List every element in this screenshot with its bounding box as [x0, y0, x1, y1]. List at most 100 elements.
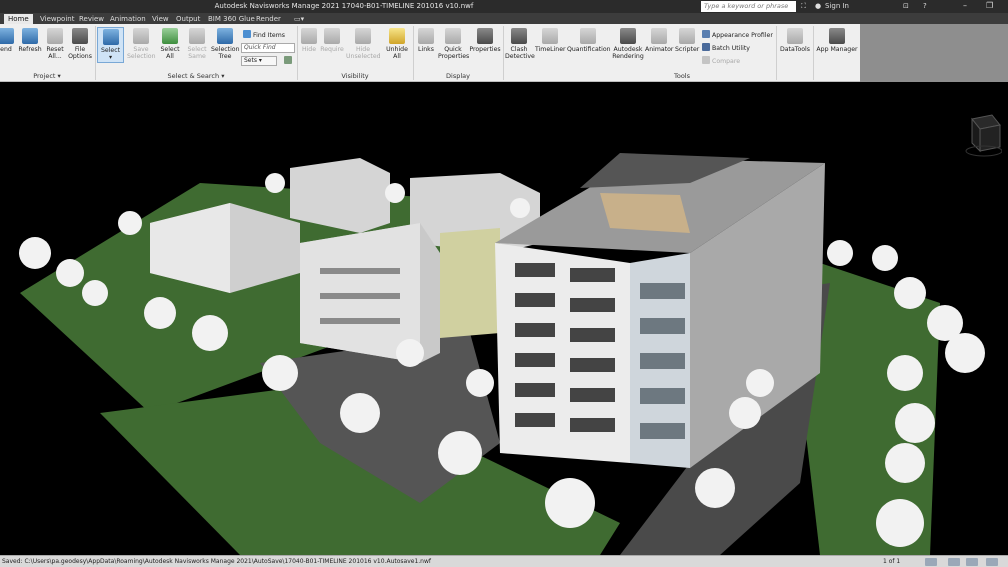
rendering-teapot-icon: [620, 28, 636, 44]
quantification-icon: [580, 28, 596, 44]
appearance-profiler-button[interactable]: Appearance Profiler: [702, 30, 773, 40]
app-manager-button[interactable]: App Manager: [816, 28, 858, 53]
batch-utility-icon: [702, 43, 710, 51]
panel-divider: [813, 26, 814, 80]
selection-tree-icon: [217, 28, 233, 44]
file-options-button[interactable]: File Options: [67, 28, 93, 60]
batch-utility-button[interactable]: Batch Utility: [702, 43, 750, 53]
clash-detective-button[interactable]: Clash Detective: [505, 28, 535, 60]
reset-all-button[interactable]: Reset All...: [45, 28, 65, 60]
refresh-button[interactable]: Refresh: [18, 28, 42, 53]
save-selection-icon: [133, 28, 149, 44]
select-all-button[interactable]: Select All: [159, 28, 181, 60]
timeliner-icon: [542, 28, 558, 44]
appearance-profiler-icon: [702, 30, 710, 38]
select-all-icon: [162, 28, 178, 44]
cursor-icon: [102, 29, 119, 45]
tab-animation[interactable]: Animation: [106, 14, 150, 24]
tab-review[interactable]: Review: [75, 14, 108, 24]
file-options-icon: [72, 28, 88, 44]
user-icon: ●: [815, 2, 822, 10]
quick-properties-button[interactable]: Quick Properties: [438, 28, 469, 60]
tab-output[interactable]: Output: [172, 14, 204, 24]
restore-icon[interactable]: ❐: [986, 1, 993, 10]
require-icon: [324, 28, 340, 44]
tab-viewpoint[interactable]: Viewpoint: [36, 14, 78, 24]
autodesk-rendering-button[interactable]: Autodesk Rendering: [612, 28, 644, 60]
ribbon-options-icon[interactable]: ▭▾: [290, 14, 308, 24]
hide-icon: [301, 28, 317, 44]
panel-divider: [776, 26, 777, 80]
links-icon: [418, 28, 434, 44]
disk-icon[interactable]: [986, 558, 998, 566]
save-selection-button[interactable]: Save Selection: [127, 28, 156, 60]
select-same-icon: [189, 28, 205, 44]
unhide-all-icon: [389, 28, 405, 44]
scripter-icon: [679, 28, 695, 44]
tab-home[interactable]: Home: [4, 14, 33, 24]
datatools-icon: [787, 28, 803, 44]
tools-panel-label: Tools: [673, 72, 690, 80]
unhide-all-button[interactable]: Unhide All: [384, 28, 410, 60]
clash-detective-icon: [511, 28, 527, 44]
ribbon-tabs: Home Viewpoint Review Animation View Out…: [0, 13, 1008, 24]
properties-icon: [477, 28, 493, 44]
scripter-button[interactable]: Scripter: [675, 28, 699, 53]
binoculars-icon[interactable]: ⛶: [801, 2, 806, 11]
append-button[interactable]: end: [0, 28, 14, 53]
memory-icon[interactable]: [966, 558, 978, 566]
binoculars-icon: [243, 30, 251, 38]
display-panel-label: Display: [446, 72, 470, 80]
app-manager-icon: [829, 28, 845, 44]
sets-dropdown[interactable]: Sets ▾: [241, 56, 277, 66]
compare-icon: [702, 56, 710, 64]
hide-button[interactable]: Hide: [299, 28, 319, 53]
quick-properties-icon: [445, 28, 461, 44]
visibility-panel-label: Visibility: [341, 72, 369, 80]
links-button[interactable]: Links: [416, 28, 436, 53]
tab-bim360-glue[interactable]: BIM 360 Glue: [204, 14, 259, 24]
properties-button[interactable]: Properties: [469, 28, 501, 53]
select-button[interactable]: Select ▾: [97, 27, 124, 63]
tab-view[interactable]: View: [148, 14, 173, 24]
navisworks-window: Autodesk Navisworks Manage 2021 17040-B0…: [0, 0, 1008, 567]
sheet-browser-icon[interactable]: [925, 558, 937, 566]
project-panel-label[interactable]: Project ▾: [0, 72, 94, 81]
tab-render[interactable]: Render: [252, 14, 285, 24]
refresh-icon: [22, 28, 38, 44]
reset-all-icon: [47, 28, 63, 44]
animator-button[interactable]: Animator: [645, 28, 673, 53]
roof-units: [600, 193, 690, 233]
page-indicator: 1 of 1: [883, 558, 901, 565]
viewcube[interactable]: [952, 111, 1002, 161]
selection-tree-button[interactable]: Selection Tree: [211, 28, 240, 60]
ribbon: end Refresh Reset All... File Options Pr…: [0, 24, 860, 82]
cart-icon[interactable]: ⊡: [903, 2, 909, 10]
model-scene: [19, 153, 985, 555]
title-bar: Autodesk Navisworks Manage 2021 17040-B0…: [0, 0, 1008, 13]
search-input[interactable]: Type a keyword or phrase: [701, 1, 796, 12]
find-items-button[interactable]: Find Items: [243, 30, 285, 40]
require-button[interactable]: Require: [320, 28, 344, 53]
quick-find-input[interactable]: Quick Find: [241, 43, 295, 53]
autosave-status: Saved: C:\Users\pa.geodesy\AppData\Roami…: [2, 558, 431, 565]
sign-in-button[interactable]: Sign In: [825, 2, 849, 10]
select-search-panel-label[interactable]: Select & Search ▾: [96, 72, 296, 81]
compare-button[interactable]: Compare: [702, 56, 740, 66]
quantification-button[interactable]: Quantification: [567, 28, 611, 53]
append-icon: [0, 28, 14, 44]
window-title: Autodesk Navisworks Manage 2021 17040-B0…: [214, 2, 474, 10]
datatools-button[interactable]: DataTools: [779, 28, 811, 53]
help-icon[interactable]: ?: [923, 2, 927, 10]
hide-unselected-icon: [355, 28, 371, 44]
animator-icon: [651, 28, 667, 44]
status-bar: Saved: C:\Users\pa.geodesy\AppData\Roami…: [0, 555, 1008, 567]
minimize-icon[interactable]: –: [963, 1, 967, 10]
timeliner-button[interactable]: TimeLiner: [535, 28, 566, 53]
ribbon-empty-area: [860, 24, 1008, 82]
performance-icon[interactable]: [948, 558, 960, 566]
3d-viewport[interactable]: [0, 83, 1008, 555]
manage-sets-icon[interactable]: [284, 56, 294, 66]
hide-unselected-button[interactable]: Hide Unselected: [346, 28, 381, 60]
select-same-button[interactable]: Select Same: [186, 28, 208, 60]
